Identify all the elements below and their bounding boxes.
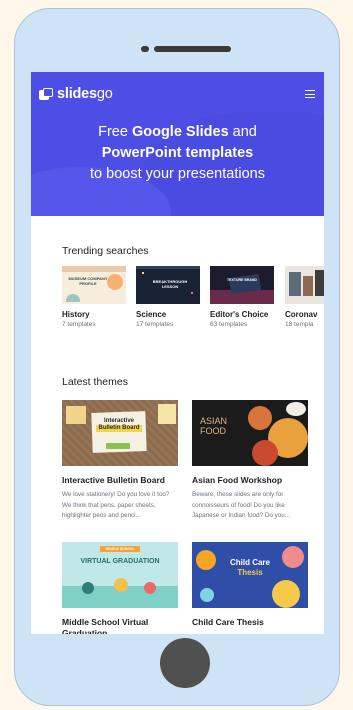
theme-card-asian-food-workshop[interactable]: ASIAN FOOD Asian Food Workshop Beware, t… xyxy=(192,400,308,522)
trending-searches-heading: Trending searches xyxy=(62,245,149,257)
trending-card-editors-choice[interactable]: TEXTURE BRAND Editor's Choice 63 templat… xyxy=(210,266,274,328)
hero-headline: Free Google Slides and PowerPoint templa… xyxy=(90,124,265,182)
trending-thumbnail: TEXTURE BRAND xyxy=(210,266,274,304)
slidesgo-logo[interactable]: slidesgo xyxy=(39,86,113,102)
hamburger-menu-icon[interactable] xyxy=(305,90,315,98)
theme-thumbnail: ASIAN FOOD xyxy=(192,400,308,466)
slides-logo-icon xyxy=(39,88,53,100)
theme-card-interactive-bulletin-board[interactable]: Interactive Bulletin Board Interactive B… xyxy=(62,400,178,522)
theme-card-child-care-thesis[interactable]: Child Care Thesis Child Care Thesis xyxy=(192,542,308,632)
phone-screen: slidesgo Free Google Slides and PowerPoi… xyxy=(31,72,324,634)
theme-thumbnail: Child Care Thesis xyxy=(192,542,308,608)
camera-dot xyxy=(141,46,149,52)
trending-card-science[interactable]: BREAKTHROUGH LESSON Science 17 templates xyxy=(136,266,200,328)
theme-card-middle-school-virtual-graduation[interactable]: MIDDLE SCHOOL VIRTUAL GRADUATION Middle … xyxy=(62,542,178,634)
theme-thumbnail: Interactive Bulletin Board xyxy=(62,400,178,466)
trending-card-history[interactable]: MUSEUM COMPANY PROFILE History 7 templat… xyxy=(62,266,126,328)
latest-themes-heading: Latest themes xyxy=(62,376,128,388)
theme-thumbnail: MIDDLE SCHOOL VIRTUAL GRADUATION xyxy=(62,542,178,608)
trending-card-coronavirus[interactable]: Coronav 18 templa xyxy=(285,266,324,328)
trending-thumbnail: MUSEUM COMPANY PROFILE xyxy=(62,266,126,304)
trending-thumbnail: BREAKTHROUGH LESSON xyxy=(136,266,200,304)
trending-thumbnail xyxy=(285,266,324,304)
speaker-grille xyxy=(154,46,231,52)
hero-banner: slidesgo Free Google Slides and PowerPoi… xyxy=(31,72,324,216)
phone-frame: slidesgo Free Google Slides and PowerPoi… xyxy=(14,8,340,706)
home-button[interactable] xyxy=(160,638,210,688)
